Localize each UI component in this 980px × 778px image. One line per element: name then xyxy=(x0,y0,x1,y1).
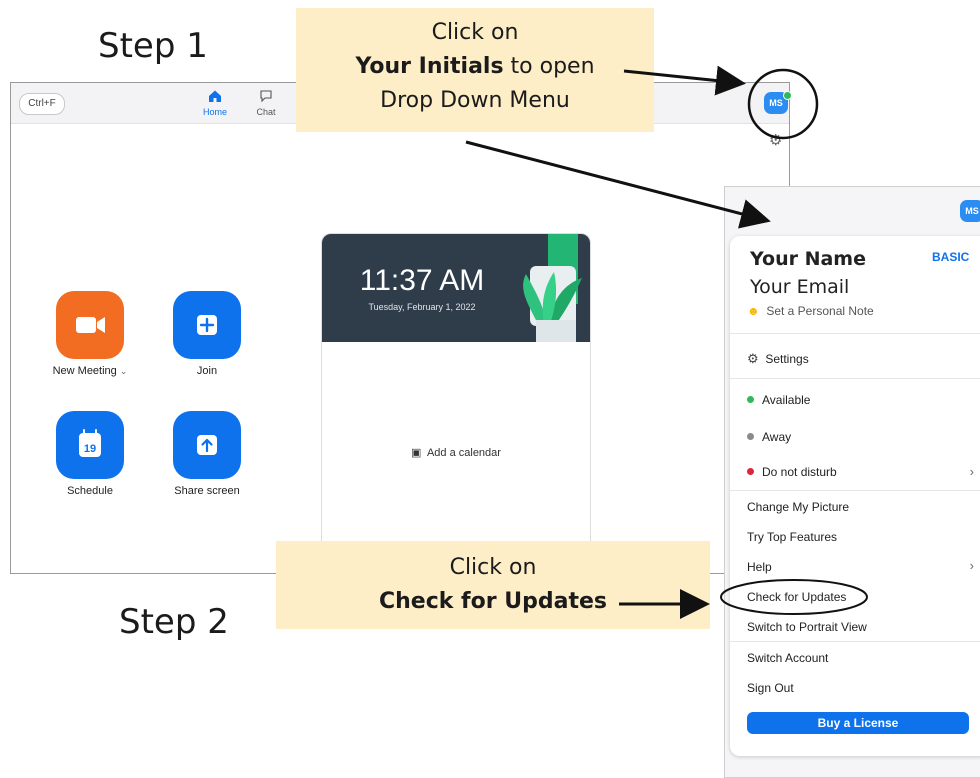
callout-1-bold: Your Initials xyxy=(355,54,504,79)
tab-chat[interactable]: Chat xyxy=(246,89,286,117)
zoom-main-window: Ctrl+F Home Chat MS ⚙ New Meeting ⌄ Join… xyxy=(10,82,792,575)
callout-step-2: Click on Check for Updates xyxy=(276,541,710,629)
available-dot-icon xyxy=(747,396,754,403)
divider xyxy=(730,490,980,491)
search-shortcut[interactable]: Ctrl+F xyxy=(19,93,65,115)
status-do-not-disturb[interactable]: Do not disturb xyxy=(747,465,837,479)
menu-item-portrait-view[interactable]: Switch to Portrait View xyxy=(747,620,867,634)
chevron-down-icon[interactable]: ⌄ xyxy=(120,366,128,376)
status-available[interactable]: Available xyxy=(747,393,810,407)
away-dot-icon xyxy=(747,433,754,440)
new-meeting-button[interactable] xyxy=(56,291,124,359)
online-status-dot xyxy=(783,91,792,100)
user-name: Your Name xyxy=(750,248,866,270)
clock-date: Tuesday, February 1, 2022 xyxy=(368,302,476,312)
personal-note-item[interactable]: ☻ Set a Personal Note xyxy=(747,304,874,318)
callout-step-1: Click on Your Initials to open Drop Down… xyxy=(296,8,654,132)
chevron-right-icon: › xyxy=(969,558,974,573)
tab-home-label: Home xyxy=(202,107,227,117)
callout-1-line-3: Drop Down Menu xyxy=(380,88,570,113)
calendar-card-header: 11:37 AM Tuesday, February 1, 2022 xyxy=(322,234,590,342)
share-screen-label: Share screen xyxy=(174,485,240,497)
callout-2-line-1: Click on xyxy=(449,555,537,580)
gear-icon: ⚙ xyxy=(747,351,759,366)
menu-item-help[interactable]: Help xyxy=(747,560,772,574)
video-camera-icon xyxy=(76,317,105,333)
join-button[interactable] xyxy=(173,291,241,359)
divider xyxy=(730,333,980,334)
user-email: Your Email xyxy=(750,276,850,298)
menu-item-check-for-updates[interactable]: Check for Updates xyxy=(747,590,846,604)
menu-item-sign-out[interactable]: Sign Out xyxy=(747,681,794,695)
step-1-heading: Step 1 xyxy=(98,26,208,66)
callout-2-bold: Check for Updates xyxy=(379,589,607,614)
home-icon xyxy=(195,89,235,107)
step-2-heading: Step 2 xyxy=(119,602,229,642)
callout-1-rest: to open xyxy=(503,54,595,79)
divider xyxy=(730,641,980,642)
calendar-small-icon: ▣ xyxy=(411,447,422,459)
dropdown-avatar[interactable]: MS xyxy=(960,200,980,222)
plus-icon xyxy=(197,315,217,335)
clock-time: 11:37 AM xyxy=(359,264,485,297)
new-meeting-label: New Meeting ⌄ xyxy=(52,365,128,377)
share-screen-button[interactable] xyxy=(173,411,241,479)
calendar-card: 11:37 AM Tuesday, February 1, 2022 ▣ Add… xyxy=(321,233,591,575)
divider xyxy=(730,378,980,379)
menu-item-top-features[interactable]: Try Top Features xyxy=(747,530,837,544)
share-up-arrow-icon xyxy=(197,435,217,455)
join-label: Join xyxy=(196,365,218,377)
schedule-button[interactable]: 19 xyxy=(56,411,124,479)
buy-license-button[interactable]: Buy a License xyxy=(747,712,969,734)
calendar-day-number: 19 xyxy=(84,443,96,455)
callout-1-line-1: Click on xyxy=(431,20,519,45)
smiley-icon: ☻ xyxy=(747,304,760,318)
chevron-right-icon: › xyxy=(969,464,974,479)
menu-item-settings[interactable]: ⚙ Settings xyxy=(747,351,809,367)
add-calendar-button[interactable]: ▣ Add a calendar xyxy=(322,446,590,459)
settings-gear-icon[interactable]: ⚙ xyxy=(769,131,782,149)
plan-badge: BASIC xyxy=(932,250,970,264)
dnd-dot-icon xyxy=(747,468,754,475)
callout-2-line-2: Check for Updates xyxy=(276,585,710,619)
calendar-icon: 19 xyxy=(79,429,101,457)
profile-dropdown-menu: Your Name BASIC Your Email ☻ Set a Perso… xyxy=(730,236,980,756)
tab-chat-label: Chat xyxy=(256,107,276,117)
add-calendar-label: Add a calendar xyxy=(426,447,501,459)
schedule-label: Schedule xyxy=(67,485,113,497)
callout-1-line-2: Your Initials to open xyxy=(296,50,654,84)
tab-home[interactable]: Home xyxy=(195,89,235,117)
menu-item-switch-account[interactable]: Switch Account xyxy=(747,651,828,665)
status-away[interactable]: Away xyxy=(747,430,791,444)
menu-item-change-picture[interactable]: Change My Picture xyxy=(747,500,849,514)
chat-icon xyxy=(246,89,286,107)
